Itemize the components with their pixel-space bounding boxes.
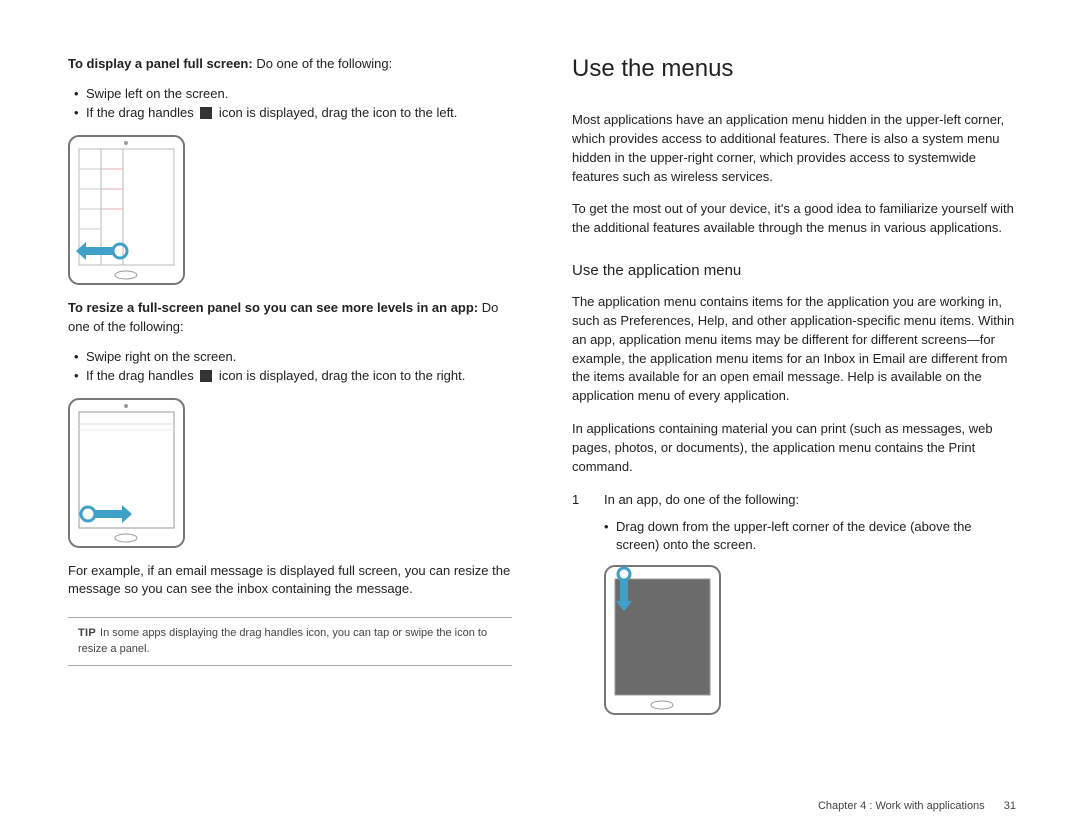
step-text: In an app, do one of the following: (604, 491, 799, 510)
paragraph-menus-overview: Most applications have an application me… (572, 111, 1016, 186)
tip-text: In some apps displaying the drag handles… (78, 627, 487, 654)
instruction-fullscreen-bold: To display a panel full screen: (68, 56, 253, 71)
step-1: 1 In an app, do one of the following: (572, 491, 1016, 510)
footer-chapter: Chapter 4 : Work with applications (818, 800, 985, 812)
step-1-bullets: Drag down from the upper-left corner of … (604, 518, 1016, 556)
tablet-illustration-drag-down (604, 565, 1016, 715)
instruction-fullscreen: To display a panel full screen: Do one o… (68, 55, 512, 74)
subsection-heading: Use the application menu (572, 262, 1016, 279)
bullet-drag-left-pre: If the drag handles (86, 105, 197, 120)
resize-bullets: Swipe right on the screen. If the drag h… (74, 347, 512, 386)
drag-handles-icon (200, 107, 212, 119)
example-text: For example, if an email message is disp… (68, 562, 512, 600)
instruction-resize: To resize a full-screen panel so you can… (68, 299, 512, 337)
paragraph-menus-advice: To get the most out of your device, it's… (572, 200, 1016, 238)
left-column: To display a panel full screen: Do one o… (68, 55, 512, 729)
drag-handles-icon (200, 370, 212, 382)
paragraph-appmenu-print: In applications containing material you … (572, 420, 1016, 477)
bullet-drag-right-pre: If the drag handles (86, 368, 197, 383)
page-footer: Chapter 4 : Work with applications 31 (818, 800, 1016, 812)
right-column: Use the menus Most applications have an … (572, 55, 1016, 729)
bullet-swipe-right: Swipe right on the screen. (74, 347, 512, 367)
tip-box: TIPIn some apps displaying the drag hand… (68, 617, 512, 666)
tip-label: TIP (78, 627, 96, 639)
bullet-drag-right: If the drag handles icon is displayed, d… (74, 366, 512, 386)
bullet-swipe-left: Swipe left on the screen. (74, 84, 512, 104)
section-heading: Use the menus (572, 55, 1016, 83)
step-number: 1 (572, 491, 590, 510)
footer-page-number: 31 (1004, 800, 1016, 812)
paragraph-appmenu-desc: The application menu contains items for … (572, 293, 1016, 406)
bullet-drag-left: If the drag handles icon is displayed, d… (74, 103, 512, 123)
bullet-drag-right-post: icon is displayed, drag the icon to the … (215, 368, 465, 383)
tablet-illustration-swipe-right (68, 398, 512, 548)
instruction-resize-bold: To resize a full-screen panel so you can… (68, 300, 478, 315)
instruction-fullscreen-rest: Do one of the following: (253, 56, 392, 71)
bullet-drag-left-post: icon is displayed, drag the icon to the … (215, 105, 457, 120)
tablet-illustration-swipe-left (68, 135, 512, 285)
fullscreen-bullets: Swipe left on the screen. If the drag ha… (74, 84, 512, 123)
step-bullet-drag-down: Drag down from the upper-left corner of … (604, 518, 1016, 556)
